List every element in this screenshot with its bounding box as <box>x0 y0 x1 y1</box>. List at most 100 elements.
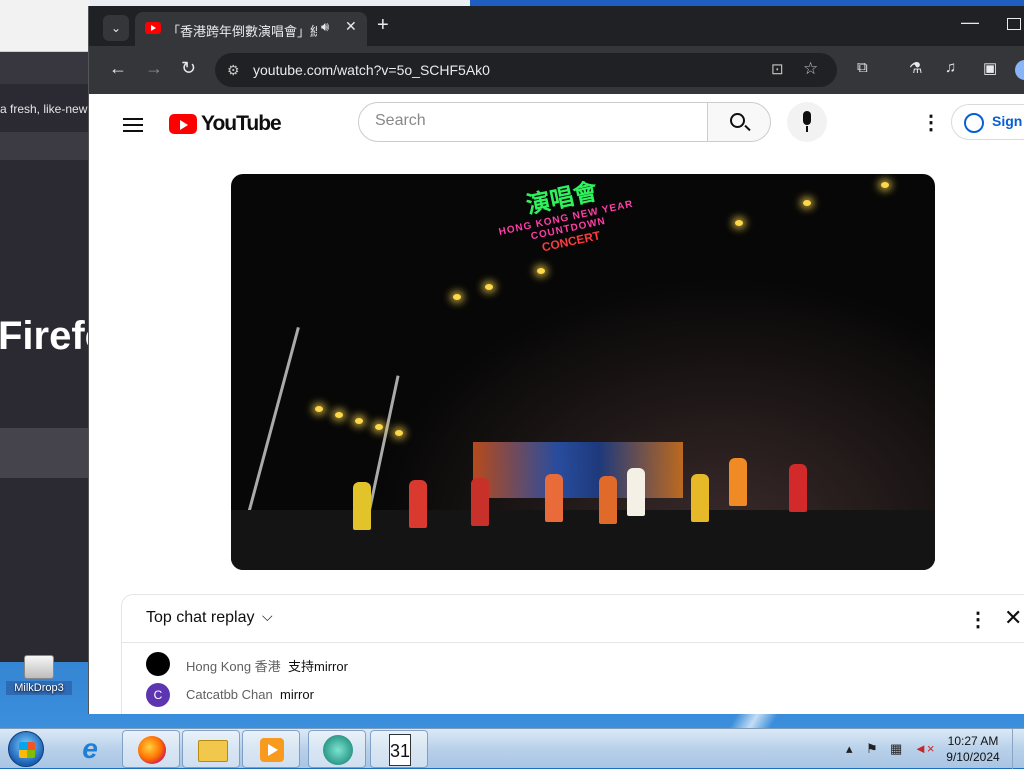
taskbar: e 31 ▴ ⚑ ▦ ◄× 10:27 AM 9/10/2024 <box>0 728 1024 769</box>
search-button[interactable] <box>707 102 771 142</box>
settings-menu-icon[interactable]: ⋮ <box>921 110 941 135</box>
install-app-icon[interactable]: ⊡ <box>771 60 784 78</box>
chevron-down-icon: ⌄ <box>110 21 122 35</box>
chat-author[interactable]: Hong Kong 香港 <box>186 656 281 675</box>
desktop-icon-milkdrop[interactable]: MilkDrop3 <box>6 655 72 695</box>
search-input[interactable]: Search <box>358 102 708 142</box>
chat-author[interactable]: Catcatbb Chan <box>186 687 273 702</box>
performer <box>599 476 617 524</box>
show-desktop-button[interactable] <box>1012 729 1024 769</box>
taskbar-firefox[interactable] <box>122 730 180 768</box>
performer <box>729 458 747 506</box>
maximize-button[interactable] <box>1007 18 1021 30</box>
stage-light <box>803 200 811 206</box>
chrome-window: ⌄ 「香港跨年倒數演唱會」線上 🔊︎ ✕ + — ← → ↻ ⚙︎ youtub… <box>88 6 1024 714</box>
side-panel-icon[interactable]: ▣ <box>983 59 997 77</box>
taskbar-explorer[interactable] <box>182 730 240 768</box>
stage-light <box>375 424 383 430</box>
app-icon <box>323 735 353 765</box>
clock-date: 9/10/2024 <box>946 750 1000 764</box>
new-tab-button[interactable]: + <box>377 14 389 37</box>
youtube-favicon-icon <box>145 22 161 34</box>
performer <box>691 474 709 522</box>
voice-search-button[interactable] <box>787 102 827 142</box>
stage-floor <box>231 510 935 570</box>
extensions-icon[interactable]: ⧉ <box>857 59 868 76</box>
stage-light <box>881 182 889 188</box>
back-button[interactable]: ← <box>109 58 127 79</box>
milkdrop-icon <box>24 655 54 679</box>
network-icon[interactable]: ▦ <box>890 741 902 757</box>
browser-toolbar: ← → ↻ ⚙︎ youtube.com/watch?v=5o_SCHF5Ak0… <box>89 46 1024 94</box>
firefox-icon <box>138 736 166 764</box>
background-window-heading: Firefo <box>0 314 90 358</box>
volume-muted-icon[interactable]: ◄× <box>914 741 934 756</box>
chevron-down-icon[interactable]: ⌵ <box>262 608 273 625</box>
stage-light <box>485 284 493 290</box>
stage-light <box>735 220 743 226</box>
stage-light <box>315 406 323 412</box>
profile-avatar-icon[interactable] <box>1015 60 1024 80</box>
taskbar-calendar-app[interactable]: 31 <box>370 730 428 768</box>
background-firefox-window[interactable]: a fresh, like-new Firefo <box>0 52 90 662</box>
minimize-button[interactable]: — <box>961 12 979 33</box>
performer <box>545 474 563 522</box>
youtube-page: YouTube Search ⋮ Sign 演唱會 HONG KONG NEW … <box>89 94 1024 714</box>
stage-light <box>395 430 403 436</box>
browser-tab[interactable]: 「香港跨年倒數演唱會」線上 🔊︎ ✕ <box>135 12 367 46</box>
hamburger-menu-icon[interactable] <box>123 114 143 136</box>
tab-strip: ⌄ 「香港跨年倒數演唱會」線上 🔊︎ ✕ + — <box>89 6 1024 46</box>
close-chat-icon[interactable]: ✕ <box>1004 605 1022 631</box>
reload-button[interactable]: ↻ <box>181 58 196 79</box>
taskbar-media-player[interactable] <box>242 730 300 768</box>
site-info-icon[interactable]: ⚙︎ <box>227 62 240 79</box>
background-window-panel <box>0 480 90 660</box>
taskbar-app[interactable] <box>308 730 366 768</box>
tab-title: 「香港跨年倒數演唱會」線上 <box>167 24 317 39</box>
system-clock[interactable]: 10:27 AM 9/10/2024 <box>940 733 1006 765</box>
start-button[interactable] <box>8 731 44 767</box>
microphone-icon <box>803 111 811 125</box>
stage-light <box>537 268 545 274</box>
action-center-flag-icon[interactable]: ⚑ <box>866 741 878 757</box>
stage-light <box>335 412 343 418</box>
media-player-icon <box>260 738 284 762</box>
video-player[interactable]: 演唱會 HONG KONG NEW YEAR COUNTDOWN CONCERT <box>231 174 935 570</box>
folder-icon <box>198 740 228 762</box>
bookmark-star-icon[interactable]: ☆ <box>803 59 818 79</box>
desktop-icon-label: MilkDrop3 <box>6 681 72 695</box>
background-window-snippet: a fresh, like-new <box>0 102 88 116</box>
internet-explorer-icon[interactable]: e <box>76 735 104 763</box>
url-text[interactable]: youtube.com/watch?v=5o_SCHF5Ak0 <box>253 62 490 78</box>
background-window-top[interactable] <box>0 0 90 52</box>
close-tab-icon[interactable]: ✕ <box>345 18 357 35</box>
youtube-play-icon <box>169 114 197 134</box>
stage-led-screen <box>473 442 683 498</box>
speaker-icon[interactable]: 🔊︎ <box>321 19 329 35</box>
labs-flask-icon[interactable]: ⚗ <box>909 59 922 77</box>
tab-search-button[interactable]: ⌄ <box>103 15 129 41</box>
stage-light <box>453 294 461 300</box>
chat-mode-dropdown[interactable]: Top chat replay <box>146 609 255 627</box>
chat-header: Top chat replay ⌵ ⋮ ✕ <box>122 595 1024 643</box>
media-controls-icon[interactable]: ♫ <box>945 59 956 76</box>
avatar <box>146 652 170 676</box>
address-bar[interactable]: ⚙︎ youtube.com/watch?v=5o_SCHF5Ak0 ⊡ ☆ <box>215 53 837 87</box>
background-window-bar <box>0 132 90 160</box>
show-hidden-icons[interactable]: ▴ <box>846 741 853 757</box>
youtube-wordmark: YouTube <box>201 112 282 135</box>
background-window-topbar <box>0 52 90 84</box>
search-icon <box>730 113 745 128</box>
forward-button[interactable]: → <box>145 58 163 79</box>
performer <box>471 478 489 526</box>
performer <box>789 464 807 512</box>
user-icon <box>964 113 984 133</box>
calendar-icon: 31 <box>389 734 411 766</box>
sign-in-button[interactable]: Sign <box>951 104 1024 140</box>
avatar: C <box>146 683 170 707</box>
chat-more-options-icon[interactable]: ⋮ <box>968 607 988 632</box>
stage-light <box>355 418 363 424</box>
performer <box>627 468 645 516</box>
chat-replay-panel: Top chat replay ⌵ ⋮ ✕ Hong Kong 香港 支持mir… <box>121 594 1024 714</box>
performer <box>409 480 427 528</box>
